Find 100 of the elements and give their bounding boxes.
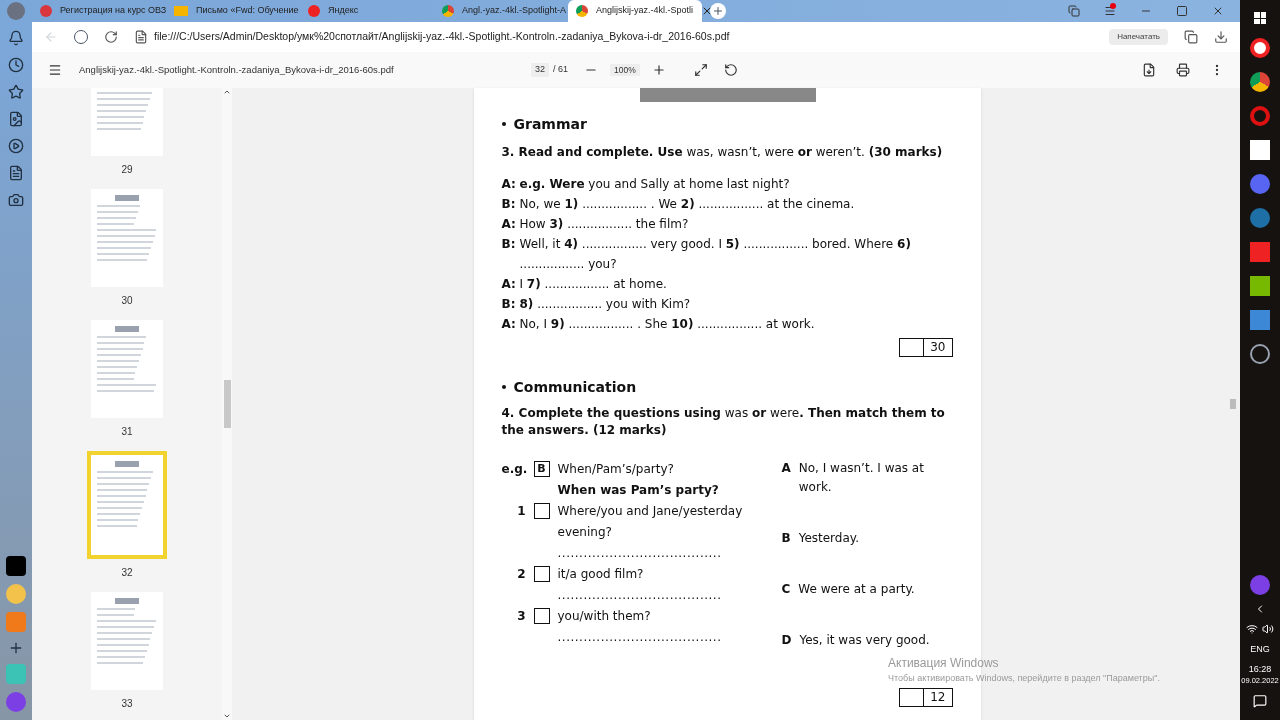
- answer-text: Yesterday.: [798, 530, 859, 547]
- scrollbar-thumb[interactable]: [223, 380, 231, 428]
- speaker-label: A:: [501, 176, 517, 193]
- dialogue-line: I 7) ................. at home.: [519, 276, 667, 293]
- fill-in-line: ......................................: [557, 545, 723, 562]
- add-icon[interactable]: [8, 640, 24, 656]
- camera-icon[interactable]: [8, 192, 24, 208]
- page-number: 31: [121, 425, 133, 439]
- chrome-logo-icon: [442, 5, 454, 17]
- answer-letter: D: [781, 632, 792, 649]
- download-icon[interactable]: [1214, 30, 1228, 44]
- page-number: 29: [121, 163, 133, 177]
- bell-icon[interactable]: [8, 30, 24, 46]
- browser-tab[interactable]: Регистрация на курс ОВЗ: [32, 0, 166, 22]
- page-number-field[interactable]: 32: [531, 63, 549, 77]
- notifications-icon[interactable]: [1253, 694, 1267, 708]
- taskbar-app-icon[interactable]: [1250, 344, 1270, 364]
- answer-text: No, I wasn’t. I was at work.: [798, 460, 925, 496]
- question-number: 3: [516, 608, 526, 625]
- dialogue-line: Well, it 4) ................. very good. I 5) ................. bored. Where 6) ................. you?: [519, 236, 912, 273]
- scroll-up-icon[interactable]: [223, 88, 231, 96]
- page-number: 30: [121, 294, 133, 308]
- question-prompt: you/with them?: [557, 608, 652, 625]
- envelope-icon: [174, 6, 188, 16]
- question-number: e.g.: [501, 461, 526, 478]
- network-icon[interactable]: [1246, 622, 1258, 635]
- answer-letter: B: [781, 530, 791, 547]
- tab-title: Anglijskij-yaz.-4kl.-Spotli: [596, 4, 694, 18]
- dialogue-line: How 3) ................. the film?: [519, 216, 689, 233]
- activation-text: Чтобы активировать Windows, перейдите в раздел "Параметры".: [888, 672, 1160, 685]
- tab-title: Angl.-yaz.-4kl.-Spotlight-A: [462, 4, 567, 18]
- bullet: [501, 122, 506, 126]
- tab-title: Письмо «Fwd: Обучение: [196, 4, 299, 18]
- page-number: 32: [121, 566, 133, 580]
- url-text[interactable]: file:///C:/Users/Admin/Desktop/умк%20спотлайт/Anglijskij-yaz.-4kl.-Spotlight.-Kontroln.-zadaniya_Bykova-i-dr_2016-60s.pdf: [154, 29, 730, 45]
- dialogue-line: e.g. Were you and Sally at home last night?: [519, 176, 790, 193]
- speaker-label: B:: [501, 196, 517, 213]
- image-file-icon[interactable]: [8, 111, 24, 127]
- app-icon[interactable]: [6, 556, 26, 576]
- answer-box: B: [533, 461, 550, 477]
- page-thumbnail[interactable]: [91, 189, 163, 287]
- example-answer: When was Pam’s party?: [557, 482, 719, 499]
- speaker-label: A:: [501, 276, 517, 293]
- answer-text: Yes, it was very good.: [799, 632, 930, 649]
- scrollbar-thumb[interactable]: [1230, 399, 1236, 409]
- language-indicator[interactable]: ENG: [1250, 642, 1270, 656]
- answer-box: [533, 503, 550, 519]
- close-icon[interactable]: [1212, 5, 1224, 17]
- dialogue-line: No, we 1) ................. . We 2) ................. at the cinema.: [519, 196, 855, 213]
- score-value: 12: [929, 689, 947, 706]
- dialogue-line: 8) ................. you with Kim?: [519, 296, 691, 313]
- rotate-icon[interactable]: [723, 63, 738, 77]
- fill-in-line: ......................................: [557, 587, 722, 604]
- play-icon[interactable]: [8, 138, 24, 154]
- speaker-label: A:: [501, 316, 517, 333]
- windows-logo-icon[interactable]: [1254, 12, 1266, 24]
- answer-letter: C: [781, 581, 791, 598]
- browser-tab[interactable]: Яндекс: [300, 0, 434, 22]
- task-instruction: 4. Complete the questions using was or were. Then match them to the answers. (12 marks): [501, 405, 946, 439]
- answer-letter: A: [781, 460, 791, 477]
- taskbar-app-icon[interactable]: [1250, 38, 1270, 58]
- page-number: 33: [121, 697, 133, 711]
- clock-icon[interactable]: [8, 57, 24, 73]
- page-count: / 61: [553, 63, 569, 77]
- bullet: [501, 385, 506, 389]
- question-number: 1: [516, 503, 526, 520]
- section-heading: Grammar: [513, 115, 587, 134]
- bookmarks-icon[interactable]: [1068, 5, 1080, 17]
- print-button[interactable]: Напечатать: [1109, 29, 1168, 45]
- fill-in-line: ......................................: [557, 629, 722, 646]
- question-prompt: it/a good film?: [557, 566, 645, 583]
- star-icon[interactable]: [8, 84, 24, 100]
- page-thumbnail[interactable]: [91, 592, 163, 690]
- speaker-label: A:: [501, 216, 517, 233]
- task-instruction: 3. Read and complete. Use was, wasn’t, were or weren’t. (30 marks): [501, 144, 944, 161]
- chrome-logo-icon: [576, 5, 588, 17]
- page-thumbnail[interactable]: [91, 320, 163, 418]
- notifications-icon[interactable]: [1104, 5, 1116, 17]
- scroll-down-icon[interactable]: [223, 712, 231, 720]
- collections-icon[interactable]: [1184, 30, 1198, 44]
- page-thumbnail[interactable]: [87, 451, 167, 559]
- fit-page-icon[interactable]: [693, 63, 708, 77]
- assistant-icon[interactable]: [1250, 574, 1270, 595]
- clock-time[interactable]: 16:28: [1248, 664, 1272, 675]
- menu-icon[interactable]: [48, 63, 62, 77]
- volume-icon[interactable]: [1262, 622, 1274, 635]
- document-icon[interactable]: [8, 165, 24, 181]
- taskbar-app-icon[interactable]: [1250, 72, 1270, 92]
- answer-box: [533, 566, 550, 582]
- zoom-in-icon[interactable]: [651, 63, 666, 77]
- browser-tab[interactable]: Письмо «Fwd: Обучение: [166, 0, 300, 22]
- reload-icon[interactable]: [104, 30, 118, 44]
- zoom-level[interactable]: 100%: [610, 63, 640, 77]
- answer-box: [533, 608, 550, 624]
- download-icon[interactable]: [1142, 63, 1156, 77]
- score-value: 30: [929, 339, 947, 356]
- print-icon[interactable]: [1176, 63, 1190, 77]
- activation-title: Активация Windows: [888, 655, 1000, 672]
- browser-tab[interactable]: Angl.-yaz.-4kl.-Spotlight-A: [434, 0, 568, 22]
- restore-icon[interactable]: [1176, 5, 1188, 17]
